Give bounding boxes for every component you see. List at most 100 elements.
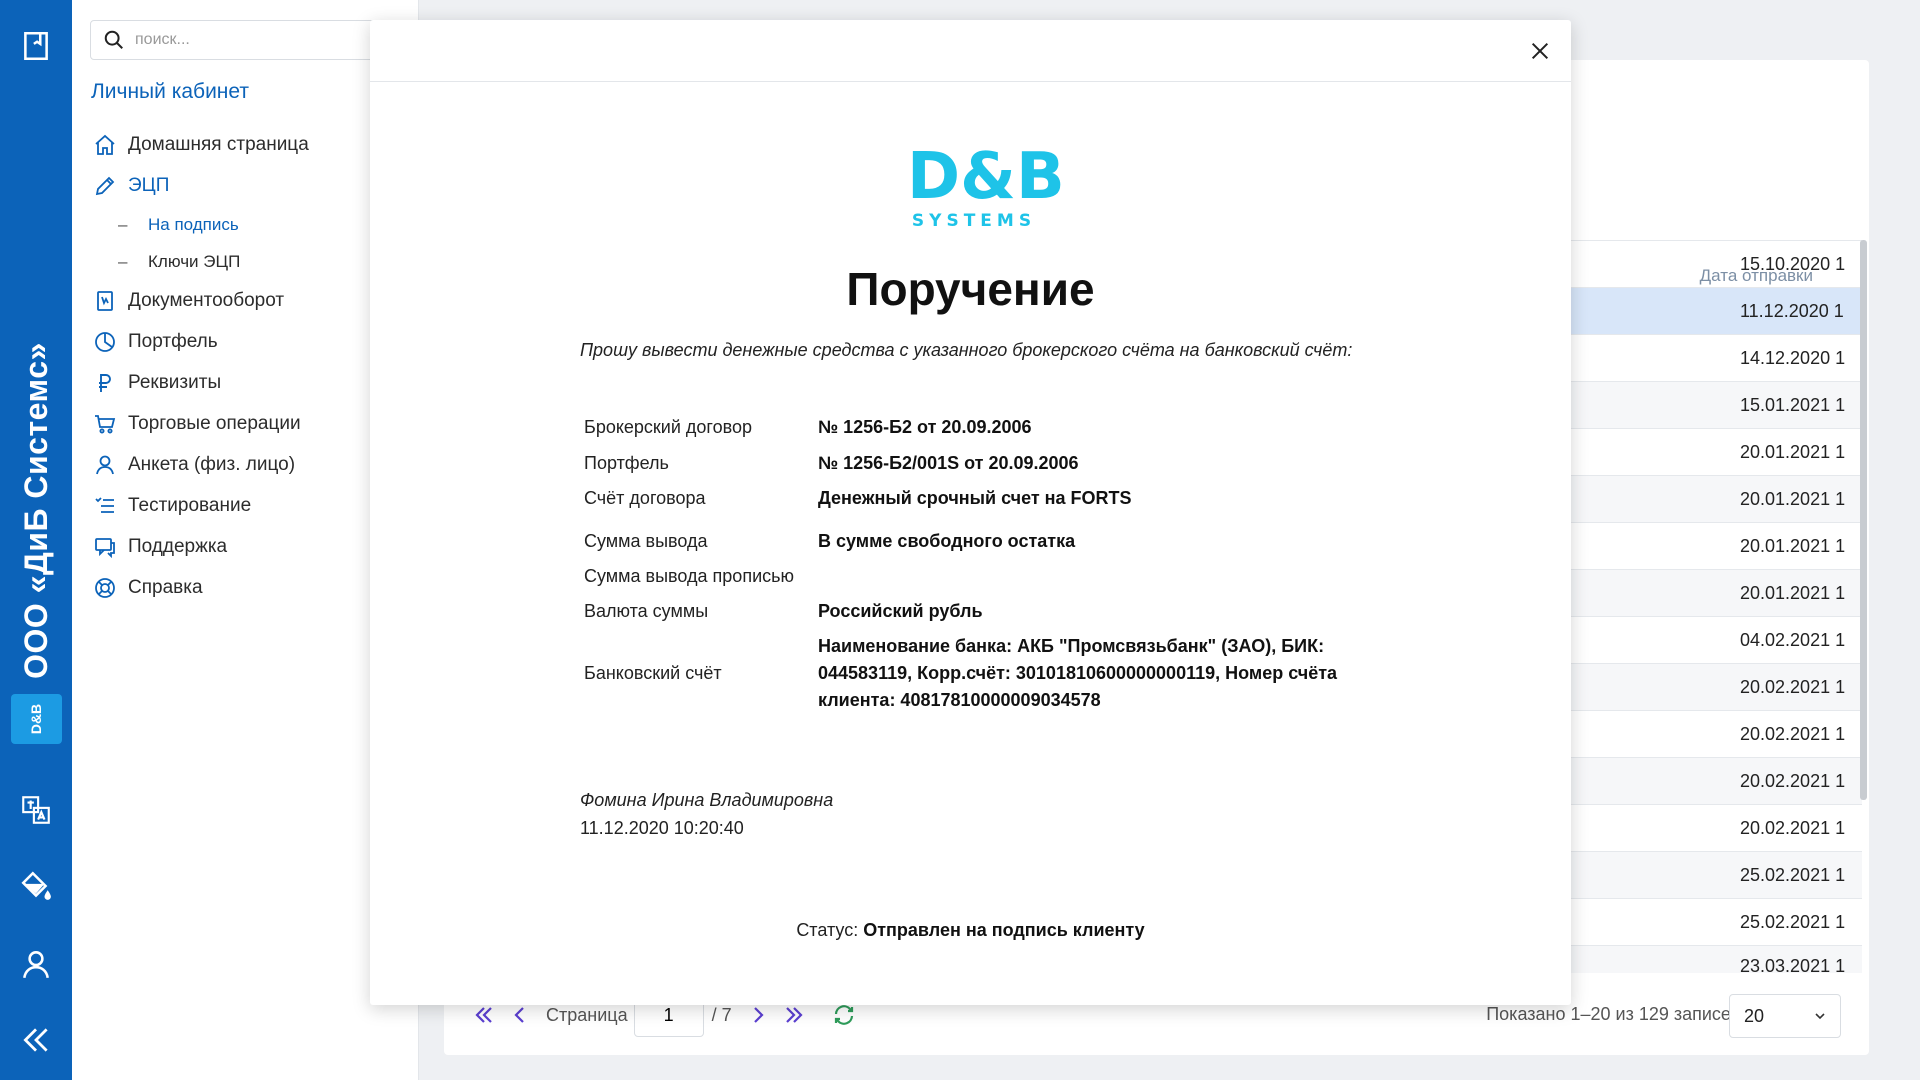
date-cell: 20.01.2021 1 (1740, 441, 1846, 462)
field-label: Валюта суммы (584, 601, 709, 621)
sidebar-subitem-label: Ключи ЭЦП (148, 251, 241, 271)
sidebar-item-portfolio[interactable]: Портфель (92, 321, 412, 362)
date-cell: 23.03.2021 1 (1740, 956, 1846, 973)
field-value: Денежный срочный счет на FORTS (818, 488, 1132, 508)
search-box[interactable] (90, 20, 410, 60)
paint-bucket-icon[interactable] (0, 856, 72, 916)
page-total: / 7 (711, 1004, 732, 1025)
document-modal: D&B SYSTEMS Поручение Прошу вывести дене… (370, 20, 1571, 1005)
sidebar-item-label: Реквизиты (128, 371, 222, 393)
field-label: Сумма вывода (584, 531, 708, 551)
status-value: Отправлен на подпись клиенту (863, 920, 1145, 940)
field-label: Банковский счёт (584, 663, 722, 683)
date-cell: 11.12.2020 1 (1740, 300, 1844, 321)
mini-logo: D&B (11, 694, 62, 744)
field-row: Банковский счёт Наименование банка: АКБ … (584, 633, 1384, 714)
ruble-icon (92, 370, 118, 396)
sidebar-item-trading[interactable]: Торговые операции (92, 403, 412, 444)
field-label: Портфель (584, 453, 669, 473)
page-label: Страница (546, 1004, 628, 1025)
sidebar-item-label: Документооборот (128, 289, 285, 311)
field-row: Счёт договора Денежный срочный счет на F… (584, 485, 1384, 512)
document-subtitle: Прошу вывести денежные средства с указан… (580, 340, 1353, 360)
user-icon[interactable] (0, 934, 72, 994)
sidebar-item-label: Справка (128, 576, 203, 598)
field-label: Счёт договора (584, 488, 706, 508)
lifebuoy-icon (92, 575, 118, 601)
signed-at: 11.12.2020 10:20:40 (580, 818, 744, 838)
sidebar-subitem-keys[interactable]: – Ключи ЭЦП (92, 243, 412, 280)
chevron-left-icon (514, 1007, 524, 1023)
field-row: Брокерский договор № 1256-Б2 от 20.09.20… (584, 414, 1384, 441)
sidebar-item-label: Портфель (128, 330, 218, 352)
date-cell: 15.10.2020 1 (1740, 253, 1846, 274)
pie-chart-icon (92, 329, 118, 355)
sidebar-item-ecp[interactable]: ЭЦП 129 (92, 165, 420, 206)
sidebar-subitem-to-sign[interactable]: – На подпись (92, 206, 420, 243)
status-label: Статус: (796, 920, 859, 940)
sidebar-item-questionnaire[interactable]: Анкета (физ. лицо) (92, 444, 412, 485)
dash-icon: – (118, 251, 128, 271)
support-chat-icon (92, 534, 118, 560)
field-value: Российский рубль (818, 601, 983, 621)
search-icon (104, 30, 123, 49)
records-info: Показано 1–20 из 129 записей (1486, 1004, 1741, 1024)
pen-icon (92, 173, 118, 199)
sidebar-item-label: Домашняя страница (128, 133, 309, 155)
modal-header (370, 20, 1571, 82)
field-row: Портфель № 1256-Б2/001S от 20.09.2006 (584, 450, 1384, 477)
field-value (818, 563, 1384, 590)
sidebar-item-docflow[interactable]: Документооборот (92, 280, 412, 321)
document-status: Статус: Отправлен на подпись клиенту (370, 920, 1571, 941)
date-cell: 14.12.2020 1 (1740, 347, 1846, 368)
search-input[interactable] (135, 31, 375, 49)
date-cell: 25.02.2021 1 (1740, 864, 1846, 885)
field-row: Сумма вывода В сумме свободного остатка (584, 528, 1384, 555)
sidebar-item-help[interactable]: Справка (92, 567, 412, 608)
cart-icon (92, 411, 118, 437)
document-title: Поручение (846, 263, 1095, 315)
chevron-down-icon (1815, 1013, 1825, 1020)
sidebar-item-label: Торговые операции (128, 412, 301, 434)
close-button[interactable] (1523, 34, 1557, 68)
dash-icon: – (118, 214, 128, 234)
chevron-right-icon (753, 1007, 764, 1023)
date-cell: 20.02.2021 1 (1740, 817, 1846, 838)
sidebar-item-label: Поддержка (128, 535, 228, 557)
table-scrollbar[interactable] (1860, 240, 1867, 800)
field-label: Брокерский договор (584, 417, 752, 437)
sidebar-nav: Домашняя страница ЭЦП 129 – На подпись –… (92, 124, 420, 608)
cabinet-title[interactable]: Личный кабинет (91, 80, 249, 104)
company-name: ООО «ДиБ Системс» (17, 341, 54, 679)
date-cell: 04.02.2021 1 (1740, 629, 1846, 650)
collapse-icon[interactable] (0, 1010, 72, 1070)
sidebar-item-requisites[interactable]: Реквизиты (92, 362, 412, 403)
document-fields: Брокерский договор № 1256-Б2 от 20.09.20… (584, 414, 1384, 714)
sidebar-item-support[interactable]: Поддержка (92, 526, 412, 567)
checklist-icon (92, 493, 118, 519)
person-icon (92, 452, 118, 478)
date-cell: 20.01.2021 1 (1740, 535, 1846, 556)
field-value: В сумме свободного остатка (818, 531, 1076, 551)
sidebar-item-home[interactable]: Домашняя страница (92, 124, 412, 165)
field-label: Сумма вывода прописью (584, 566, 794, 586)
logo-subtext: SYSTEMS (911, 211, 1037, 231)
close-icon (1531, 42, 1549, 60)
book-icon[interactable] (0, 16, 72, 76)
home-icon (92, 132, 118, 158)
sidebar-item-testing[interactable]: Тестирование (92, 485, 412, 526)
document-flow-icon (92, 288, 118, 314)
date-cell: 15.01.2021 1 (1740, 394, 1846, 415)
field-row: Валюта суммы Российский рубль (584, 598, 1384, 625)
icon-rail: ООО «ДиБ Системс» D&B (0, 0, 72, 1080)
refresh-icon (834, 1005, 853, 1025)
date-cell: 20.02.2021 1 (1740, 723, 1846, 744)
date-cell: 20.01.2021 1 (1740, 582, 1846, 603)
page-size-select[interactable]: 20 (1729, 994, 1841, 1038)
sidebar-item-label: ЭЦП (128, 174, 170, 196)
date-cell: 20.02.2021 1 (1740, 676, 1846, 697)
date-cell: 20.01.2021 1 (1740, 488, 1846, 509)
translate-icon[interactable] (0, 780, 72, 840)
field-value: № 1256-Б2/001S от 20.09.2006 (818, 453, 1079, 473)
sidebar: Личный кабинет Домашняя страница ЭЦП 129… (72, 0, 420, 1080)
